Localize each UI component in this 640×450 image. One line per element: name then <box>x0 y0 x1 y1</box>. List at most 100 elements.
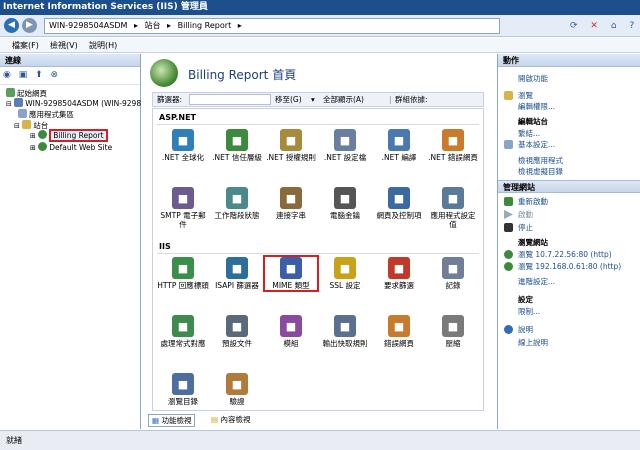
section-manage-site: 管理網站 <box>498 180 640 193</box>
tab-features-view[interactable]: ▦ 功能檢視 <box>148 414 196 427</box>
action-restart[interactable]: 重新啟動 <box>518 197 548 206</box>
feature-label: 處理常式對應 <box>160 339 206 348</box>
menu-view[interactable]: 檢視(V) <box>50 39 78 52</box>
refresh-icon[interactable]: ⟳ <box>570 21 578 31</box>
action-edit-permissions[interactable]: 編輯權限... <box>518 102 555 111</box>
feature-error-page[interactable]: ■ .NET 錯誤網頁 <box>427 129 479 162</box>
menu-help[interactable]: 說明(H) <box>89 39 117 52</box>
browse-icon <box>504 262 513 271</box>
feature-label: 預設文件 <box>222 339 252 348</box>
response-header-icon: ■ <box>172 257 194 279</box>
tree-default-site[interactable]: ⊞ Default Web Site <box>30 142 112 153</box>
feature-label: .NET 信任層級 <box>212 153 262 162</box>
feature-label: MIME 類型 <box>272 281 310 290</box>
feature-label: 工作階段狀態 <box>214 211 260 220</box>
feature-label: .NET 錯誤網頁 <box>428 153 478 162</box>
home-icon[interactable]: ⌂ <box>611 21 617 31</box>
settings-list-icon: ■ <box>442 187 464 209</box>
feature-mail[interactable]: ■ SMTP 電子郵件 <box>157 187 209 229</box>
action-browse-1[interactable]: 瀏覽 10.7.22.56:80 (http) <box>518 250 612 259</box>
feature-request-filter[interactable]: ■ 要求篩選 <box>373 257 425 290</box>
feature-log[interactable]: ■ 記錄 <box>427 257 479 290</box>
default-doc-icon: ■ <box>226 315 248 337</box>
filter-input[interactable] <box>189 94 271 105</box>
stop-icon[interactable]: ✕ <box>590 21 598 31</box>
address-bar: ◀ ▶ WIN-9298504ASDM ▸ 站台 ▸ Billing Repor… <box>0 15 640 37</box>
user-auth-icon: ■ <box>226 373 248 395</box>
action-view-virtual-directories[interactable]: 檢視虛擬目錄 <box>518 167 563 176</box>
feature-lock-doc[interactable]: ■ .NET 授權規則 <box>265 129 317 162</box>
collapse-icon[interactable]: ⊟ <box>14 122 20 130</box>
feature-filter[interactable]: ■ ISAPI 篩選器 <box>211 257 263 290</box>
go-button[interactable]: 移至(G) <box>275 93 302 106</box>
feature-session[interactable]: ■ 工作階段狀態 <box>211 187 263 220</box>
feature-key[interactable]: ■ 電腦金鑰 <box>319 187 371 220</box>
forward-arrow-icon[interactable]: ▶ <box>22 18 37 33</box>
collapse-icon[interactable]: ⊟ <box>6 100 12 108</box>
action-start[interactable]: 啟動 <box>518 210 533 219</box>
feature-compile[interactable]: ■ .NET 編譯 <box>373 129 425 162</box>
feature-connection-string[interactable]: ■ 連接字串 <box>265 187 317 220</box>
show-all-button[interactable]: 全部顯示(A) <box>323 93 364 106</box>
address-breadcrumb[interactable]: WIN-9298504ASDM ▸ 站台 ▸ Billing Report ▸ <box>44 18 500 34</box>
action-help[interactable]: 說明 <box>518 325 533 334</box>
action-bindings[interactable]: 繫結... <box>518 129 540 138</box>
feature-mime[interactable]: ■ MIME 類型 <box>263 255 319 292</box>
tree-server[interactable]: ⊟ WIN-9298504ASDM (WIN-9298 <box>6 98 141 109</box>
connect-icon[interactable]: ◉ <box>3 70 11 80</box>
action-browse-2[interactable]: 瀏覽 192.168.0.61:80 (http) <box>518 262 621 271</box>
feature-response-header[interactable]: ■ HTTP 回應標頭 <box>157 257 209 290</box>
breadcrumb-sites[interactable]: 站台 <box>145 19 161 33</box>
feature-padlock[interactable]: ■ SSL 設定 <box>319 257 371 290</box>
cache-icon: ■ <box>334 315 356 337</box>
action-limits[interactable]: 限制... <box>518 307 540 316</box>
action-basic-settings[interactable]: 基本設定... <box>518 140 555 149</box>
action-advanced-settings[interactable]: 進階設定... <box>518 277 555 286</box>
actions-pane: 動作 開啟功能 瀏覽 編輯權限... 編輯站台 繫結... 基本設定... 檢視… <box>497 54 640 429</box>
features-pane: Billing Report 首頁 篩選器: 移至(G) ▾ 全部顯示(A) |… <box>142 54 496 429</box>
menu-file[interactable]: 檔案(F) <box>12 39 39 52</box>
action-explore[interactable]: 瀏覽 <box>518 91 533 100</box>
stop-icon <box>504 223 513 232</box>
feature-profile[interactable]: ■ .NET 設定檔 <box>319 129 371 162</box>
feature-label: 連接字串 <box>276 211 306 220</box>
feature-settings-list[interactable]: ■ 應用程式設定值 <box>427 187 479 229</box>
feature-handler[interactable]: ■ 處理常式對應 <box>157 315 209 348</box>
connections-header: 連線 <box>0 54 140 67</box>
action-stop[interactable]: 停止 <box>518 223 533 232</box>
action-online-help[interactable]: 線上說明 <box>518 338 548 347</box>
globe-icon <box>38 142 48 151</box>
feature-globe[interactable]: ■ .NET 全球化 <box>157 129 209 162</box>
breadcrumb-server[interactable]: WIN-9298504ASDM <box>49 19 127 33</box>
breadcrumb-site[interactable]: Billing Report <box>178 19 232 33</box>
connections-pane: 連線 ◉ ▣ ⬆ ⊗ 起始網頁 ⊟ WIN-9298504ASDM (WIN-9… <box>0 54 141 429</box>
feature-error-page[interactable]: ■ 錯誤網頁 <box>373 315 425 348</box>
feature-modules[interactable]: ■ 模組 <box>265 315 317 348</box>
tree-billing-report[interactable]: ⊞ Billing Report <box>30 129 108 142</box>
up-icon[interactable]: ⬆ <box>35 70 43 80</box>
action-view-applications[interactable]: 檢視應用程式 <box>518 156 563 165</box>
section-configure: 設定 <box>518 295 533 304</box>
group-by-label[interactable]: 群組依據: <box>395 93 428 106</box>
feature-user-auth[interactable]: ■ 驗證 <box>211 373 263 406</box>
back-arrow-icon[interactable]: ◀ <box>4 18 19 33</box>
expand-icon[interactable]: ⊞ <box>30 144 36 152</box>
feature-cache[interactable]: ■ 輸出快取規則 <box>319 315 371 348</box>
tree-app-pools[interactable]: 應用程式集區 <box>18 109 74 120</box>
disconnect-icon[interactable]: ⊗ <box>51 70 59 80</box>
feature-shield-check[interactable]: ■ .NET 信任層級 <box>211 129 263 162</box>
tab-content-view[interactable]: ▤ 內容檢視 <box>208 414 253 427</box>
feature-pages[interactable]: ■ 網頁及控制項 <box>373 187 425 220</box>
browse-icon <box>504 250 513 259</box>
help-icon[interactable]: ? <box>629 21 634 31</box>
expand-icon[interactable]: ⊞ <box>30 132 36 140</box>
feature-label: .NET 全球化 <box>161 153 205 162</box>
filter-bar: 篩選器: 移至(G) ▾ 全部顯示(A) | 群組依據: <box>152 92 484 107</box>
go-dropdown-icon[interactable]: ▾ <box>311 93 315 106</box>
feature-compress[interactable]: ■ 壓縮 <box>427 315 479 348</box>
action-open-feature[interactable]: 開啟功能 <box>518 74 548 83</box>
save-icon[interactable]: ▣ <box>19 70 28 80</box>
feature-directory[interactable]: ■ 瀏覽目錄 <box>157 373 209 406</box>
group-divider <box>157 124 479 125</box>
feature-default-doc[interactable]: ■ 預設文件 <box>211 315 263 348</box>
